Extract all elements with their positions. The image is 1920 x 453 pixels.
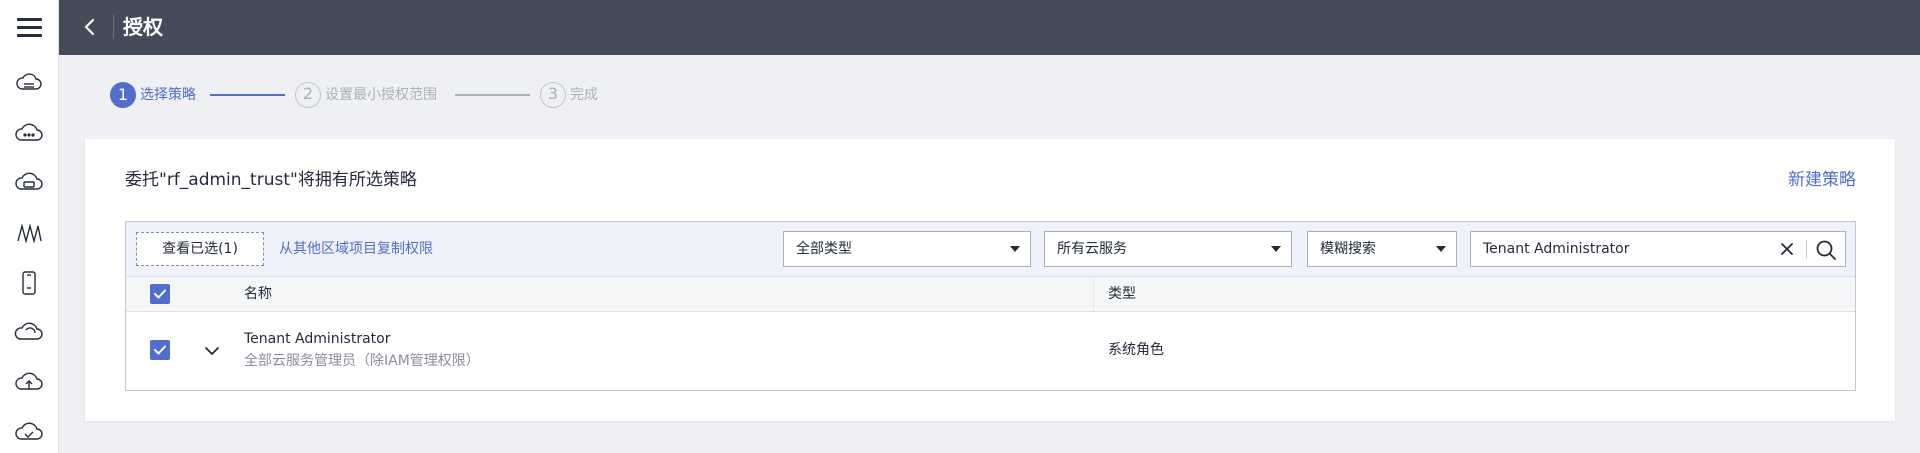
- phone-icon[interactable]: [14, 270, 44, 296]
- menu-icon[interactable]: [17, 15, 42, 39]
- cloud-server-icon[interactable]: [14, 70, 44, 96]
- step-2-label: 设置最小授权范围: [325, 87, 437, 103]
- step-1-label: 选择策略: [140, 87, 196, 103]
- table-toolbar: 查看已选(1) 从其他区域项目复制权限 全部类型 所有云服务 模糊搜索 Tena…: [126, 222, 1855, 277]
- column-divider: [1093, 277, 1094, 312]
- policy-description: 全部云服务管理员（除IAM管理权限）: [244, 353, 480, 369]
- search-mode-select[interactable]: 模糊搜索: [1307, 231, 1457, 267]
- card-heading: 委托"rf_admin_trust"将拥有所选策略: [125, 170, 417, 190]
- policy-name: Tenant Administrator: [244, 331, 391, 347]
- step-3-label: 完成: [570, 87, 598, 103]
- cloud-check-icon[interactable]: [14, 420, 44, 446]
- chevron-down-icon[interactable]: [204, 342, 220, 355]
- column-header-name: 名称: [244, 286, 272, 302]
- column-header-type: 类型: [1108, 286, 1136, 302]
- policy-card: 委托"rf_admin_trust"将拥有所选策略 新建策略 查看已选(1) 从…: [85, 139, 1895, 421]
- row-checkbox[interactable]: [150, 340, 170, 360]
- page-header: 授权: [59, 0, 1920, 55]
- chevron-down-icon: [1010, 246, 1020, 252]
- cloud-upload-icon[interactable]: [14, 370, 44, 396]
- left-rail: [0, 0, 59, 453]
- search-input-value[interactable]: Tenant Administrator: [1483, 240, 1630, 258]
- table-row[interactable]: Tenant Administrator 全部云服务管理员（除IAM管理权限） …: [126, 312, 1855, 390]
- view-selected-button[interactable]: 查看已选(1): [136, 232, 264, 266]
- select-all-checkbox[interactable]: [150, 284, 170, 304]
- policy-type: 系统角色: [1108, 342, 1164, 358]
- clear-icon[interactable]: [1779, 241, 1795, 257]
- wave-icon[interactable]: [14, 220, 44, 246]
- search-mode-value: 模糊搜索: [1320, 241, 1376, 257]
- cloud-dots-icon[interactable]: [14, 120, 44, 146]
- cloud-shape-icon[interactable]: [14, 320, 44, 346]
- chevron-down-icon: [1436, 246, 1446, 252]
- step-2-circle: 2: [295, 82, 321, 108]
- service-filter-select[interactable]: 所有云服务: [1044, 231, 1292, 267]
- search-icon[interactable]: [1815, 239, 1837, 261]
- policy-table: 查看已选(1) 从其他区域项目复制权限 全部类型 所有云服务 模糊搜索 Tena…: [125, 221, 1856, 391]
- step-connector-1: [210, 94, 285, 96]
- new-policy-link[interactable]: 新建策略: [1788, 169, 1856, 191]
- step-1-circle: 1: [110, 82, 136, 108]
- step-connector-2: [455, 94, 530, 96]
- chevron-down-icon: [1271, 246, 1281, 252]
- page-title: 授权: [123, 15, 163, 39]
- copy-permissions-link[interactable]: 从其他区域项目复制权限: [279, 240, 433, 258]
- step-3-circle: 3: [540, 82, 566, 108]
- table-header: 名称 类型: [126, 277, 1855, 312]
- search-divider: [1806, 240, 1807, 258]
- cloud-storage-icon[interactable]: [14, 170, 44, 196]
- type-filter-value: 全部类型: [796, 241, 852, 257]
- service-filter-value: 所有云服务: [1057, 241, 1127, 257]
- search-input[interactable]: Tenant Administrator: [1470, 231, 1846, 267]
- back-icon[interactable]: [80, 16, 100, 38]
- type-filter-select[interactable]: 全部类型: [783, 231, 1031, 267]
- header-divider: [113, 15, 114, 39]
